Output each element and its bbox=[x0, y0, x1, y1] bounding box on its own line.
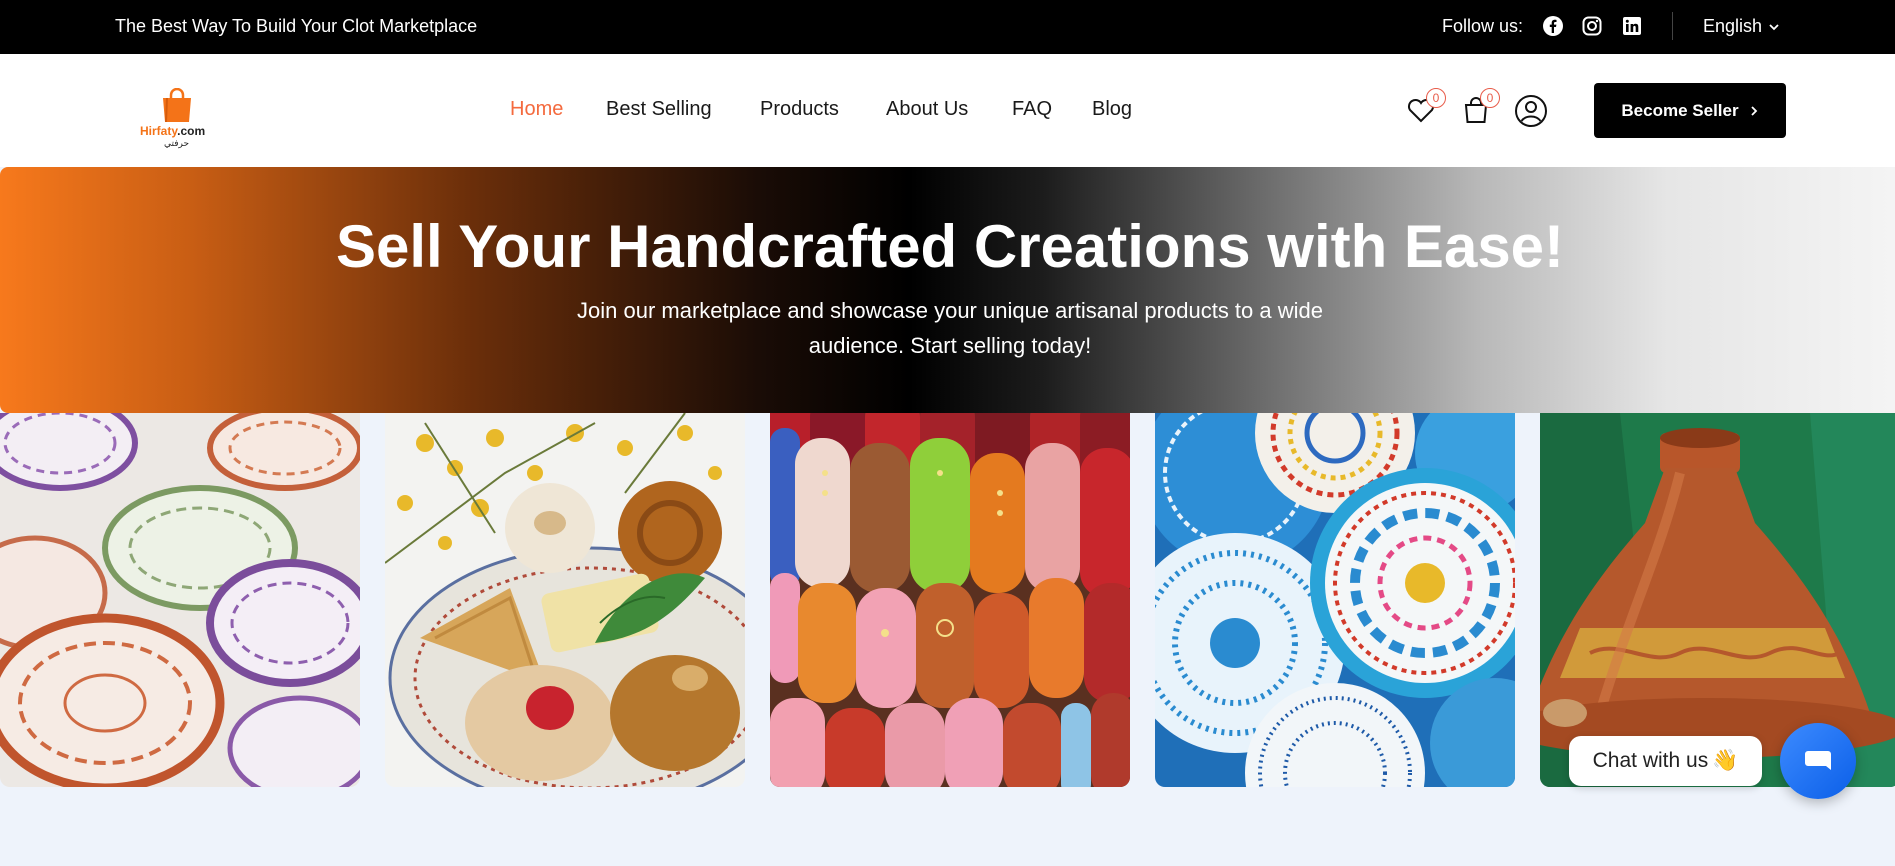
language-selector[interactable]: English bbox=[1703, 16, 1780, 37]
logo-brand-text: Hirfaty.com bbox=[140, 124, 206, 138]
cart-count-badge: 0 bbox=[1480, 88, 1500, 108]
ceramic-bowls-image[interactable] bbox=[0, 413, 360, 787]
become-seller-button[interactable]: Become Seller bbox=[1594, 83, 1786, 138]
nav-about-us[interactable]: About Us bbox=[886, 98, 968, 121]
follow-label: Follow us: bbox=[1442, 16, 1524, 36]
nav-faq[interactable]: FAQ bbox=[1012, 98, 1052, 121]
tagline: The Best Way To Build Your Clot Marketpl… bbox=[115, 16, 478, 36]
hero-title: Sell Your Handcrafted Creations with Eas… bbox=[335, 213, 1565, 280]
shopping-bag-logo-icon bbox=[163, 88, 191, 123]
chat-with-us-bubble[interactable]: Chat with us 👋 bbox=[1569, 736, 1762, 786]
hero-subtitle: Join our marketplace and showcase your u… bbox=[577, 298, 1323, 358]
waving-hand-icon: 👋 bbox=[1712, 749, 1739, 772]
nav-best-selling[interactable]: Best Selling bbox=[606, 98, 712, 121]
chevron-right-icon bbox=[1750, 105, 1757, 116]
user-icon bbox=[1515, 95, 1547, 127]
facebook-icon[interactable] bbox=[1542, 15, 1564, 37]
moroccan-pastries-image[interactable] bbox=[385, 413, 745, 787]
chat-label: Chat with us bbox=[1592, 749, 1709, 772]
become-seller-label: Become Seller bbox=[1621, 100, 1739, 120]
top-bar: The Best Way To Build Your Clot Marketpl… bbox=[0, 0, 1895, 54]
leather-slippers-image[interactable] bbox=[770, 413, 1130, 787]
hero-banner: Sell Your Handcrafted Creations with Eas… bbox=[0, 167, 1895, 413]
wishlist-count-badge: 0 bbox=[1426, 88, 1446, 108]
account-button[interactable] bbox=[1514, 94, 1548, 128]
chat-launcher-button[interactable] bbox=[1780, 723, 1856, 799]
topbar-divider bbox=[1672, 12, 1673, 40]
nav-home[interactable]: Home bbox=[510, 98, 563, 121]
chat-icon bbox=[1805, 751, 1831, 770]
instagram-icon[interactable] bbox=[1581, 15, 1603, 37]
logo-arabic-text: حرفتي bbox=[164, 138, 190, 148]
linkedin-icon[interactable] bbox=[1621, 15, 1643, 37]
language-label: English bbox=[1703, 16, 1763, 36]
chevron-down-icon bbox=[1769, 23, 1779, 30]
main-header: Hirfaty.com حرفتي Home Best Selling Prod… bbox=[0, 54, 1895, 167]
nav-blog[interactable]: Blog bbox=[1092, 98, 1132, 121]
blue-plates-image[interactable] bbox=[1155, 413, 1515, 787]
nav-products[interactable]: Products bbox=[760, 98, 839, 121]
site-logo[interactable]: Hirfaty.com حرفتي bbox=[138, 82, 218, 152]
